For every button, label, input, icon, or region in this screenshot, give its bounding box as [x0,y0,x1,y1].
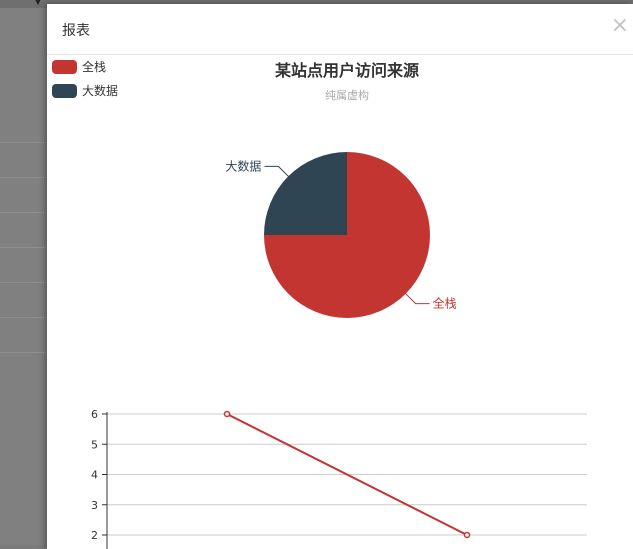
background-row-divider [0,142,46,143]
background-row-divider [0,212,46,213]
background-row-divider [0,177,46,178]
line-point[interactable] [223,410,231,418]
legend-swatch[interactable] [52,84,77,98]
y-tick-label: 3 [91,499,98,512]
y-tick-label: 4 [91,469,98,482]
line-point[interactable] [463,531,471,539]
pie-label-line [405,293,430,305]
legend-swatch[interactable] [52,60,77,74]
background-row-divider [0,247,46,248]
dropdown-caret-icon[interactable]: ▼ [33,0,43,8]
y-tick-label: 6 [91,408,98,421]
y-tick-label: 5 [91,438,98,451]
report-charts: 某站点用户访问来源纯属虚构全栈大数据全栈大数据23456 [52,59,587,549]
legend-label[interactable]: 大数据 [82,83,118,98]
pie-label-line [264,165,289,177]
y-tick-label: 2 [91,529,98,542]
legend-label[interactable]: 全栈 [82,59,106,74]
chart-subtitle: 纯属虚构 [325,88,369,102]
report-modal: 报表 × 某站点用户访问来源 纯属虚构 全栈 大数据 全栈 大数据 2 3 4 5 6 [47,4,633,549]
pie-slice-label: 大数据 [225,158,261,173]
pie-slice-label: 全栈 [433,296,457,311]
pie-slice[interactable] [264,152,347,235]
background-row-divider [0,352,46,353]
background-row-divider [0,282,46,283]
background-row-divider [0,317,46,318]
chart-title: 某站点用户访问来源 [274,61,419,80]
